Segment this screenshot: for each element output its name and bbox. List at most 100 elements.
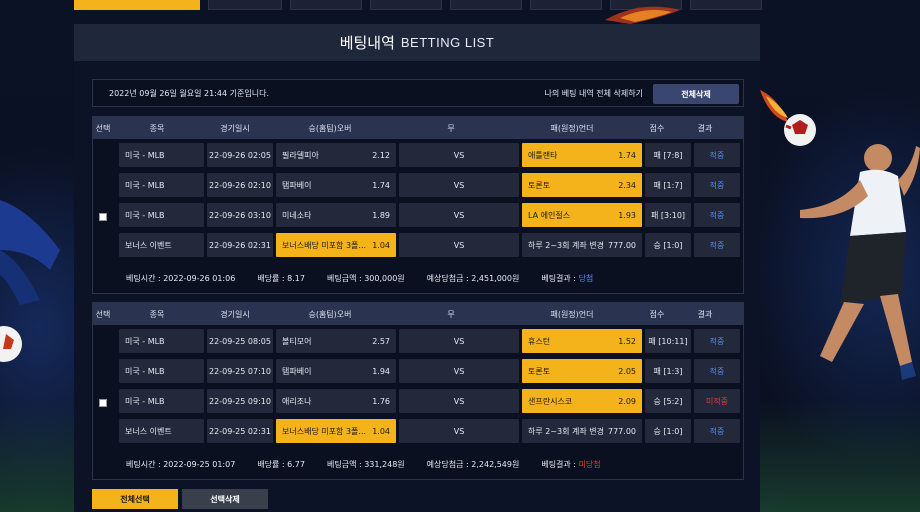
sport-cell: 보너스 이벤트 — [119, 419, 204, 443]
stadium-grass-right — [740, 400, 920, 512]
result-cell: 미적중 — [694, 389, 740, 413]
date-cell: 22-09-26 02:05 — [207, 143, 273, 167]
delete-all-button[interactable]: 전체삭제 — [653, 84, 739, 104]
delete-selected-button[interactable]: 선택삭제 — [182, 489, 268, 509]
home-cell[interactable]: 탬파베이 1.74 — [276, 173, 396, 197]
info-bar: 2022년 09월 26일 월요일 21:44 기준입니다. 나의 베팅 내역 … — [92, 79, 744, 107]
fire-ball-decoration — [605, 6, 680, 24]
col-sport: 종목 — [149, 123, 165, 133]
col-draw: 무 — [447, 309, 455, 319]
away-cell-selected[interactable]: 토론토 2.05 — [522, 359, 642, 383]
away-cell-selected[interactable]: 애틀랜타 1.74 — [522, 143, 642, 167]
away-odds: 2.05 — [618, 366, 636, 376]
col-sport: 종목 — [149, 309, 165, 319]
away-cell-selected[interactable]: 토론토 2.34 — [522, 173, 642, 197]
away-cell[interactable]: 하루 2~3회 계좌 변경 777.00 — [522, 233, 642, 257]
betting-list-panel: 베팅내역 BETTING LIST 2022년 09월 26일 월요일 21:4… — [74, 24, 760, 512]
col-home: 승(홈팀)오버 — [308, 123, 352, 133]
page-title-ko: 베팅내역 — [339, 34, 395, 52]
nav-tab-active[interactable] — [74, 0, 200, 10]
table-row: 미국 - MLB 22-09-25 08:05 볼티모어 2.57 VS 휴스턴 1… — [119, 329, 740, 353]
bet-slip: 선택 종목 경기일시 승(홈팀)오버 무 패(원정)언더 점수 결과 미국 - … — [92, 302, 744, 480]
score-cell: 패 [3:10] — [645, 203, 691, 227]
draw-cell[interactable]: VS — [399, 419, 519, 443]
home-cell[interactable]: 필라델피아 2.12 — [276, 143, 396, 167]
home-team: 볼티모어 — [282, 336, 312, 346]
select-checkbox[interactable] — [99, 213, 107, 221]
home-cell-selected[interactable]: 보너스배당 미포함 3폴... 1.04 — [276, 233, 396, 257]
away-team: 샌프란시스코 — [528, 396, 573, 406]
draw-cell[interactable]: VS — [399, 389, 519, 413]
away-cell[interactable]: 하루 2~3회 계좌 변경 777.00 — [522, 419, 642, 443]
date-cell: 22-09-26 02:31 — [207, 233, 273, 257]
date-cell: 22-09-25 08:05 — [207, 329, 273, 353]
home-cell-selected[interactable]: 보너스배당 미포함 3폴... 1.04 — [276, 419, 396, 443]
away-team: 하루 2~3회 계좌 변경 — [528, 426, 605, 436]
away-odds: 1.93 — [618, 210, 636, 220]
nav-tab-2[interactable] — [208, 0, 282, 10]
home-cell[interactable]: 탬파베이 1.94 — [276, 359, 396, 383]
date-cell: 22-09-25 07:10 — [207, 359, 273, 383]
draw-cell[interactable]: VS — [399, 143, 519, 167]
result-cell: 적중 — [694, 173, 740, 197]
result-cell: 적중 — [694, 143, 740, 167]
player-left-silhouette — [0, 200, 60, 305]
result-cell: 적중 — [694, 203, 740, 227]
home-odds: 1.89 — [372, 210, 390, 220]
home-cell[interactable]: 미네소타 1.89 — [276, 203, 396, 227]
away-team: 애틀랜타 — [528, 150, 558, 160]
bet-summary: 베팅시간 : 2022-09-25 01:07 배당률 : 6.77 베팅금액 … — [126, 459, 623, 470]
score-cell: 패 [1:3] — [645, 359, 691, 383]
nav-tab-3[interactable] — [290, 0, 362, 10]
draw-cell[interactable]: VS — [399, 173, 519, 197]
col-result: 결과 — [697, 309, 713, 319]
home-cell[interactable]: 애리조나 1.76 — [276, 389, 396, 413]
select-checkbox[interactable] — [99, 399, 107, 407]
away-odds: 2.09 — [618, 396, 636, 406]
draw-cell[interactable]: VS — [399, 233, 519, 257]
expected-payout: 예상당첨금 : 2,242,549원 — [426, 460, 520, 469]
home-team: 보너스배당 미포함 3폴... — [282, 240, 367, 250]
bet-result: 베팅결과 : 당첨 — [541, 273, 593, 284]
bet-odds: 배당률 : 6.77 — [257, 460, 305, 469]
home-odds: 1.04 — [372, 240, 390, 250]
home-odds: 1.76 — [372, 396, 390, 406]
draw-cell[interactable]: VS — [399, 359, 519, 383]
col-date: 경기일시 — [220, 123, 250, 133]
home-team: 미네소타 — [282, 210, 312, 220]
away-odds: 2.34 — [618, 180, 636, 190]
table-row: 보너스 이벤트 22-09-25 02:31 보너스배당 미포함 3폴... 1.… — [119, 419, 740, 443]
player-right-silhouette — [800, 144, 920, 380]
home-team: 탬파베이 — [282, 366, 312, 376]
away-odds: 777.00 — [608, 426, 636, 436]
bet-result-value: 미당첨 — [578, 460, 601, 469]
bet-result: 베팅결과 : 미당첨 — [541, 459, 600, 470]
away-cell-selected[interactable]: 샌프란시스코 2.09 — [522, 389, 642, 413]
nav-tab-6[interactable] — [530, 0, 602, 10]
nav-tab-8[interactable] — [690, 0, 762, 10]
home-team: 보너스배당 미포함 3폴... — [282, 426, 367, 436]
col-date: 경기일시 — [220, 309, 250, 319]
delete-all-label: 나의 베팅 내역 전체 삭제하기 — [544, 88, 644, 98]
expected-payout: 예상당첨금 : 2,451,000원 — [426, 274, 520, 283]
score-cell: 패 [7:8] — [645, 143, 691, 167]
timestamp-text: 2022년 09월 26일 월요일 21:44 기준입니다. — [109, 88, 269, 98]
table-row: 보너스 이벤트 22-09-26 02:31 보너스배당 미포함 3폴... 1.… — [119, 233, 740, 257]
nav-tab-4[interactable] — [370, 0, 442, 10]
bet-time: 베팅시간 : 2022-09-26 01:06 — [126, 274, 236, 283]
table-row: 미국 - MLB 22-09-25 09:10 애리조나 1.76 VS 샌프란시… — [119, 389, 740, 413]
score-cell: 패 [10:11] — [645, 329, 691, 353]
table-row: 미국 - MLB 22-09-26 02:05 필라델피아 2.12 VS 애틀랜… — [119, 143, 740, 167]
nav-tab-5[interactable] — [450, 0, 522, 10]
draw-cell[interactable]: VS — [399, 203, 519, 227]
draw-cell[interactable]: VS — [399, 329, 519, 353]
bet-amount: 베팅금액 : 331,248원 — [327, 460, 405, 469]
away-cell-selected[interactable]: LA 에인절스 1.93 — [522, 203, 642, 227]
table-row: 미국 - MLB 22-09-26 02:10 탬파베이 1.74 VS 토론토 2… — [119, 173, 740, 197]
score-cell: 패 [1:7] — [645, 173, 691, 197]
select-all-button[interactable]: 전체선택 — [92, 489, 178, 509]
away-cell-selected[interactable]: 휴스턴 1.52 — [522, 329, 642, 353]
date-cell: 22-09-26 02:10 — [207, 173, 273, 197]
away-team: 휴스턴 — [528, 336, 551, 346]
home-cell[interactable]: 볼티모어 2.57 — [276, 329, 396, 353]
